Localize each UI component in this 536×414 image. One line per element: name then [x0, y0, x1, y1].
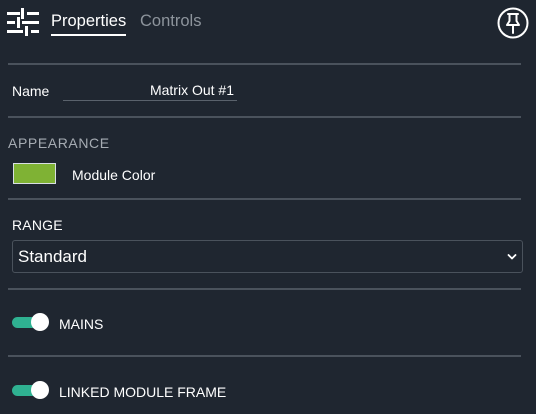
- divider: [8, 288, 521, 290]
- divider: [8, 355, 521, 357]
- toggle-knob: [31, 381, 49, 399]
- tab-controls-label: Controls: [140, 12, 202, 30]
- range-select-value: Standard: [18, 247, 87, 266]
- range-heading: RANGE: [12, 217, 63, 233]
- divider: [8, 116, 521, 118]
- linked-module-frame-label: LINKED MODULE FRAME: [59, 384, 227, 400]
- divider: [8, 198, 521, 200]
- pin-icon[interactable]: [497, 7, 529, 39]
- sliders-icon[interactable]: [7, 7, 39, 37]
- tab-properties[interactable]: Properties: [51, 11, 127, 36]
- tab-properties-label: Properties: [51, 12, 127, 30]
- module-color-swatch[interactable]: [13, 163, 56, 184]
- module-color-label: Module Color: [72, 167, 156, 183]
- linked-module-frame-toggle[interactable]: [12, 381, 49, 399]
- divider: [8, 63, 521, 65]
- toggle-knob: [31, 313, 49, 331]
- name-input[interactable]: Matrix Out #1: [63, 79, 237, 101]
- tab-controls[interactable]: Controls: [140, 11, 201, 31]
- chevron-down-icon: [507, 254, 517, 260]
- range-select[interactable]: Standard: [12, 240, 523, 273]
- panel-header: Properties Controls: [0, 0, 536, 44]
- appearance-heading: APPEARANCE: [8, 135, 110, 151]
- mains-label: MAINS: [59, 316, 104, 332]
- active-tab-indicator: [51, 34, 127, 36]
- mains-toggle[interactable]: [12, 313, 49, 331]
- name-label: Name: [12, 83, 50, 99]
